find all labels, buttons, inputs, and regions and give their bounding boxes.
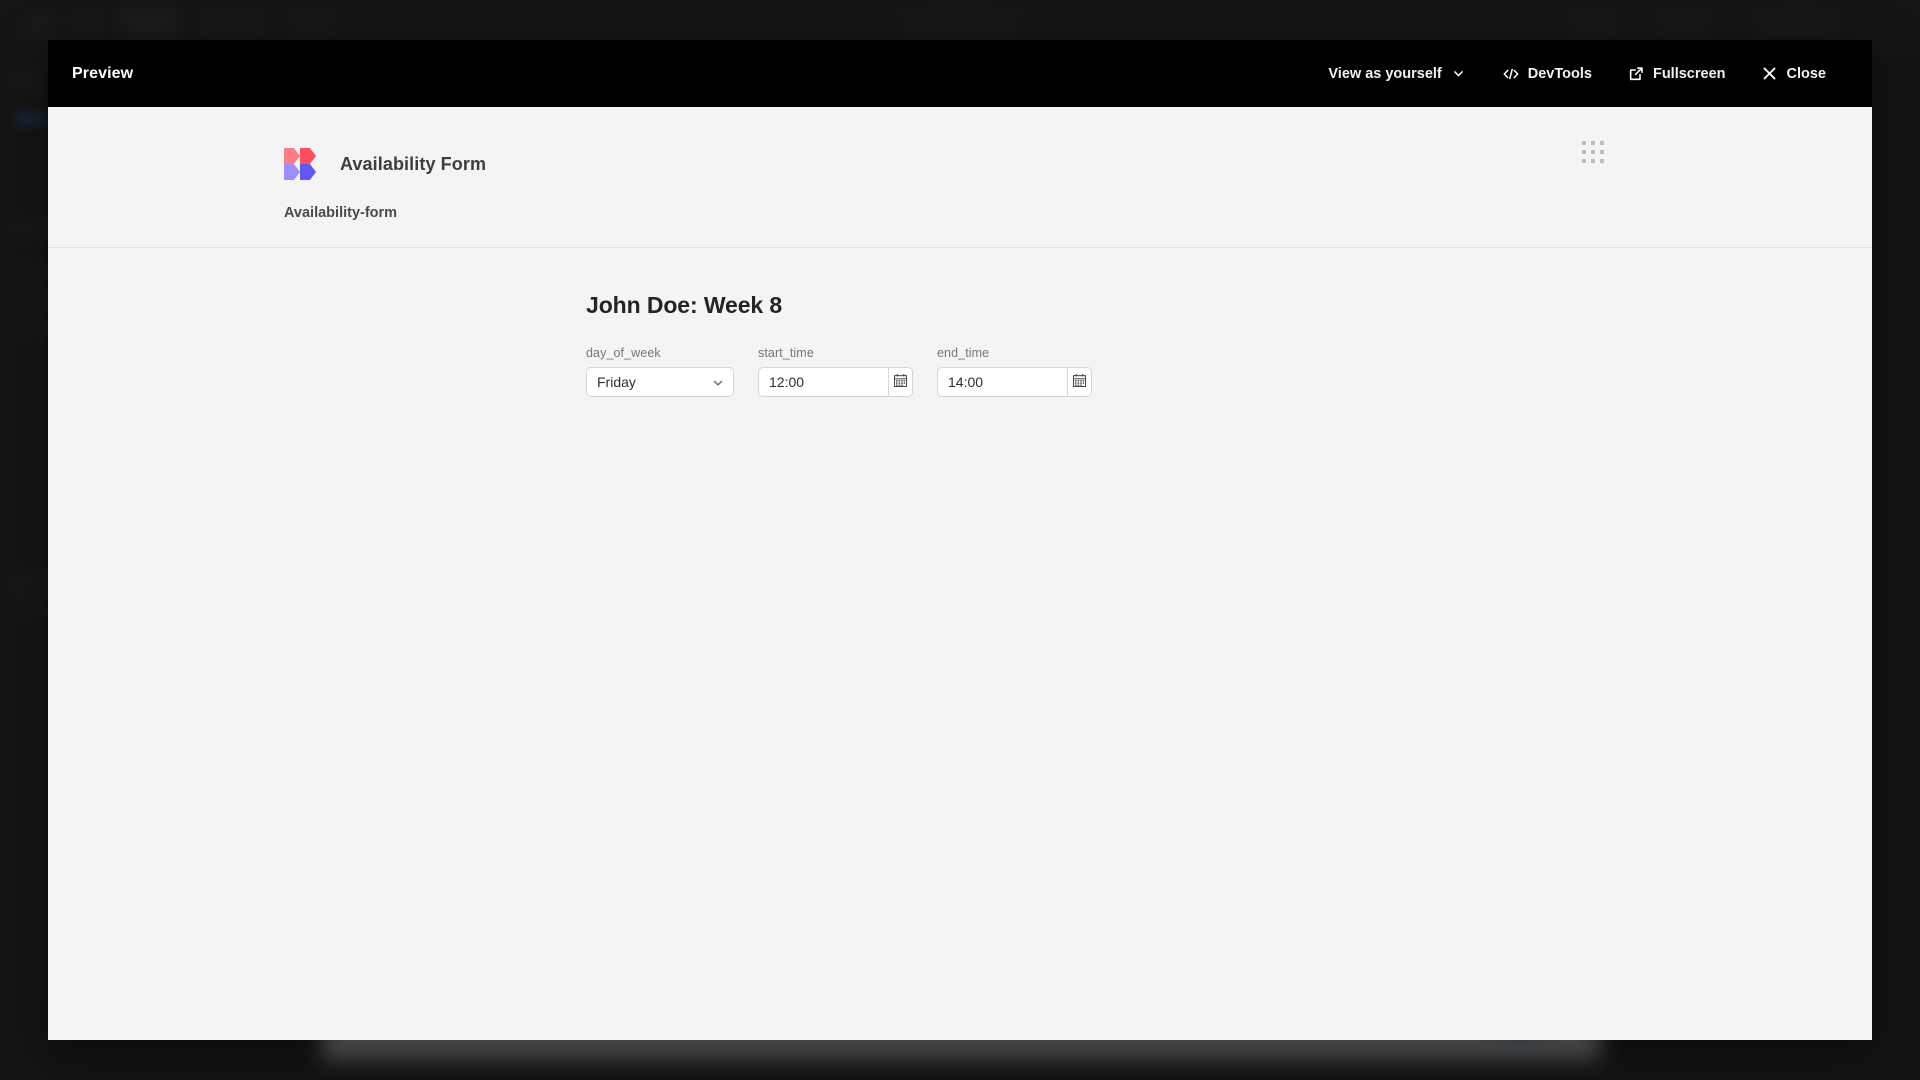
header-divider xyxy=(48,247,1872,248)
close-label: Close xyxy=(1786,65,1827,82)
end-time-input[interactable] xyxy=(937,367,1067,397)
end-time-picker-button[interactable] xyxy=(1067,367,1092,397)
field-end-time: end_time xyxy=(937,346,1092,397)
grid-dot xyxy=(1591,159,1595,163)
apps-grid-icon[interactable] xyxy=(1582,141,1604,163)
form-heading: John Doe: Week 8 xyxy=(586,292,783,318)
logo-cell-bottom-right xyxy=(300,164,316,180)
logo-cell-top-right xyxy=(300,148,316,164)
close-button[interactable]: Close xyxy=(1744,58,1845,90)
form-fields: day_of_week Friday start_time 12:00 end_… xyxy=(586,346,1872,397)
calendar-icon xyxy=(1072,373,1087,391)
app-name: Availability Form xyxy=(340,153,487,174)
field-start-time: start_time xyxy=(758,346,913,397)
grid-dot xyxy=(1582,141,1586,145)
field-label-start-time: start_time xyxy=(758,346,814,360)
app-logo-icon xyxy=(284,148,316,180)
end-time-control xyxy=(937,367,1092,397)
grid-dot xyxy=(1600,150,1604,154)
logo-cell-bottom-left xyxy=(284,164,300,180)
chevron-down-icon xyxy=(712,376,724,388)
preview-title: Preview xyxy=(72,64,134,82)
app-header: Availability Form Availability-form xyxy=(48,107,1872,248)
preview-toolbar: Preview View as yourself DevTools Fullsc xyxy=(48,40,1872,107)
grid-dot xyxy=(1582,150,1586,154)
chevron-down-icon xyxy=(1451,66,1467,82)
grid-dot xyxy=(1591,150,1595,154)
toolbar-actions: View as yourself DevTools Fullscreen Clo… xyxy=(1310,58,1844,90)
grid-dot xyxy=(1582,159,1586,163)
devtools-button[interactable]: DevTools xyxy=(1485,58,1610,90)
code-brackets-icon xyxy=(1503,66,1519,82)
view-as-yourself-button[interactable]: View as yourself xyxy=(1310,58,1484,90)
logo-cell-top-left xyxy=(284,148,300,164)
fullscreen-label: Fullscreen xyxy=(1652,65,1726,82)
field-label-day-of-week: day_of_week xyxy=(586,346,661,360)
app-brand-row: Availability Form xyxy=(48,107,1872,195)
day-of-week-select[interactable]: Friday xyxy=(586,367,734,397)
grid-dot xyxy=(1600,159,1604,163)
devtools-label: DevTools xyxy=(1527,65,1592,82)
field-day-of-week: day_of_week Friday xyxy=(586,346,734,397)
start-time-picker-button[interactable] xyxy=(888,367,913,397)
external-link-icon xyxy=(1628,66,1644,82)
app-body: John Doe: Week 8 day_of_week Friday star… xyxy=(48,248,1872,1040)
start-time-control xyxy=(758,367,913,397)
fullscreen-button[interactable]: Fullscreen xyxy=(1610,58,1744,90)
calendar-icon xyxy=(893,373,908,391)
grid-dot xyxy=(1600,141,1604,145)
breadcrumb[interactable]: Availability-form xyxy=(48,195,1872,247)
day-of-week-value: Friday xyxy=(597,374,636,390)
start-time-input[interactable] xyxy=(758,367,888,397)
preview-modal: Preview View as yourself DevTools Fullsc xyxy=(48,40,1872,1040)
close-icon xyxy=(1762,66,1778,82)
field-label-end-time: end_time xyxy=(937,346,990,360)
grid-dot xyxy=(1591,141,1595,145)
form-container: John Doe: Week 8 day_of_week Friday star… xyxy=(48,292,1872,397)
view-as-yourself-label: View as yourself xyxy=(1328,65,1442,82)
